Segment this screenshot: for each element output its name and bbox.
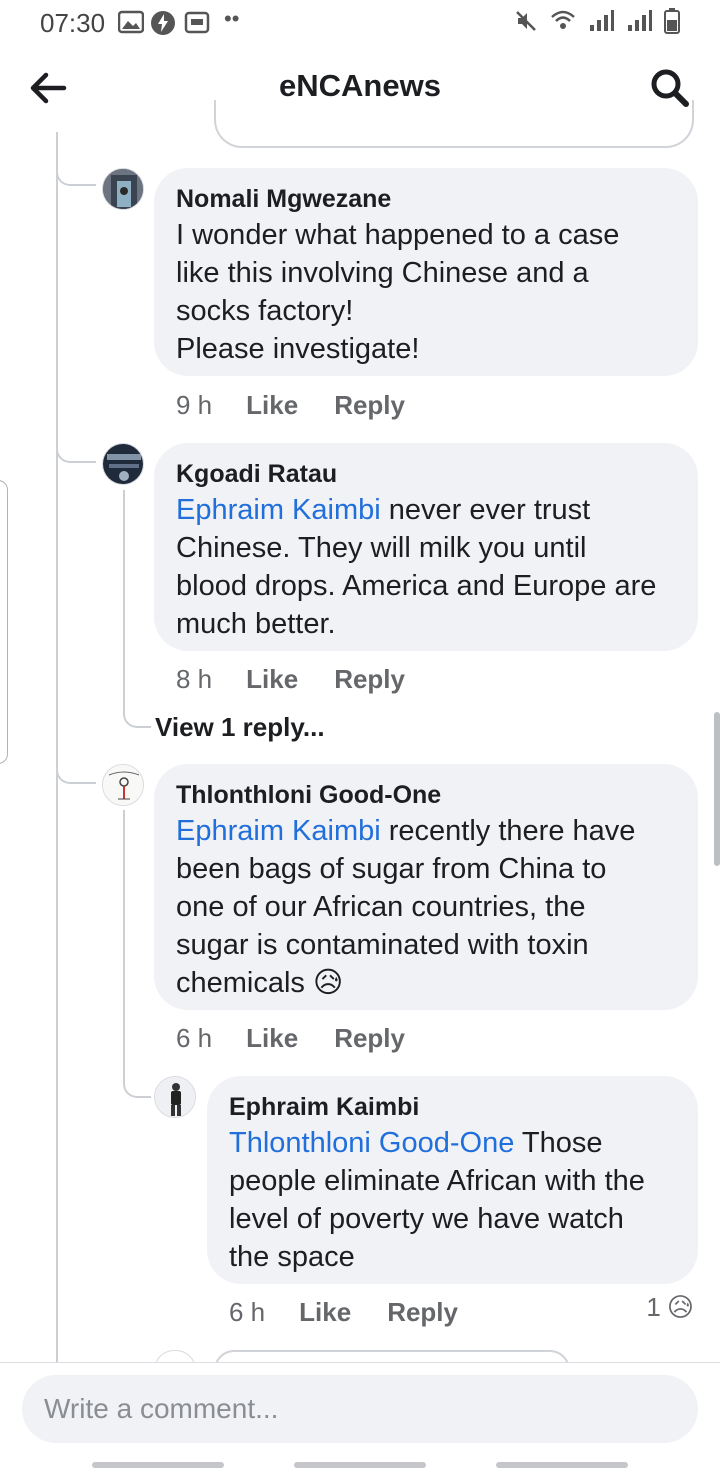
gallery-icon — [118, 10, 144, 34]
comment-actions: 6 h Like Reply — [176, 1023, 405, 1054]
comment-text: Ephraim Kaimbi never ever trust Chinese.… — [176, 494, 657, 640]
avatar[interactable] — [154, 1076, 196, 1118]
comment-author[interactable]: Ephraim Kaimbi — [229, 1090, 678, 1124]
like-button[interactable]: Like — [299, 1297, 351, 1328]
mute-icon — [516, 11, 536, 31]
reply-thread-line — [123, 810, 125, 1060]
reply-button[interactable]: Reply — [334, 1023, 405, 1054]
signal-icon — [590, 10, 614, 31]
view-replies-link[interactable]: View 1 reply... — [155, 712, 325, 743]
previous-comment-bubble — [214, 100, 694, 148]
comment-text: I wonder what happened to a case like th… — [176, 219, 620, 365]
reaction-count: 1 — [646, 1292, 661, 1322]
thread-connector — [56, 150, 96, 186]
side-panel-handle[interactable] — [0, 480, 8, 764]
page-title: eNCAnews — [279, 68, 441, 103]
thread-connector — [56, 425, 96, 463]
status-bar: 07:30 •• — [0, 0, 720, 44]
comment-time: 8 h — [176, 664, 213, 694]
sad-emoji: 😥 — [313, 967, 344, 999]
signal-icon-2 — [628, 10, 652, 31]
comment-actions: 9 h Like Reply — [176, 390, 405, 421]
comment-actions: 6 h Like Reply — [229, 1297, 458, 1328]
avatar[interactable] — [102, 443, 144, 485]
status-right-icons — [514, 8, 680, 34]
comment-actions: 8 h Like Reply — [176, 664, 405, 695]
nav-bar-recents[interactable] — [92, 1462, 224, 1468]
comment-author[interactable]: Kgoadi Ratau — [176, 457, 678, 491]
comment-time: 9 h — [176, 390, 213, 420]
comment-bubble[interactable]: Thlonthloni Good-One Ephraim Kaimbi rece… — [154, 764, 698, 1010]
comment-bubble[interactable]: Ephraim Kaimbi Thlonthloni Good-One Thos… — [207, 1076, 698, 1284]
comment-time: 6 h — [176, 1023, 213, 1053]
mention-link[interactable]: Ephraim Kaimbi — [176, 494, 381, 526]
reaction-summary[interactable]: 1 😥 — [646, 1292, 694, 1323]
nav-bar-back[interactable] — [496, 1462, 628, 1468]
status-dots: •• — [224, 6, 240, 31]
reply-button[interactable]: Reply — [334, 664, 405, 695]
avatar[interactable] — [102, 168, 144, 210]
mention-link[interactable]: Ephraim Kaimbi — [176, 815, 381, 847]
reply-thread-connector — [123, 1058, 151, 1098]
comment-bubble[interactable]: Nomali Mgwezane I wonder what happened t… — [154, 168, 698, 376]
mention-link[interactable]: Thlonthloni Good-One — [229, 1127, 514, 1159]
like-button[interactable]: Like — [246, 1023, 298, 1054]
wifi-icon — [551, 10, 575, 29]
calendar-icon — [184, 11, 210, 34]
thread-connector — [56, 746, 96, 784]
comment-input[interactable] — [22, 1375, 698, 1443]
comment-author[interactable]: Thlonthloni Good-One — [176, 778, 678, 812]
like-button[interactable]: Like — [246, 664, 298, 695]
reply-button[interactable]: Reply — [334, 390, 405, 421]
comment-author[interactable]: Nomali Mgwezane — [176, 182, 678, 216]
battery-icon — [664, 8, 680, 34]
reply-button[interactable]: Reply — [387, 1297, 458, 1328]
sad-reaction-icon: 😥 — [666, 1292, 694, 1322]
like-button[interactable]: Like — [246, 390, 298, 421]
avatar[interactable] — [102, 764, 144, 806]
status-time: 07:30 — [40, 8, 106, 38]
comment-text: Ephraim Kaimbi recently there have been … — [176, 815, 636, 999]
comment-bubble[interactable]: Kgoadi Ratau Ephraim Kaimbi never ever t… — [154, 443, 698, 651]
flash-icon — [151, 11, 175, 35]
reply-thread-connector — [123, 684, 151, 728]
reply-thread-line — [123, 490, 125, 686]
scrollbar[interactable] — [714, 712, 720, 866]
comment-time: 6 h — [229, 1297, 266, 1327]
comment-text: Thlonthloni Good-One Those people elimin… — [229, 1127, 645, 1273]
nav-bar-home[interactable] — [294, 1462, 426, 1468]
